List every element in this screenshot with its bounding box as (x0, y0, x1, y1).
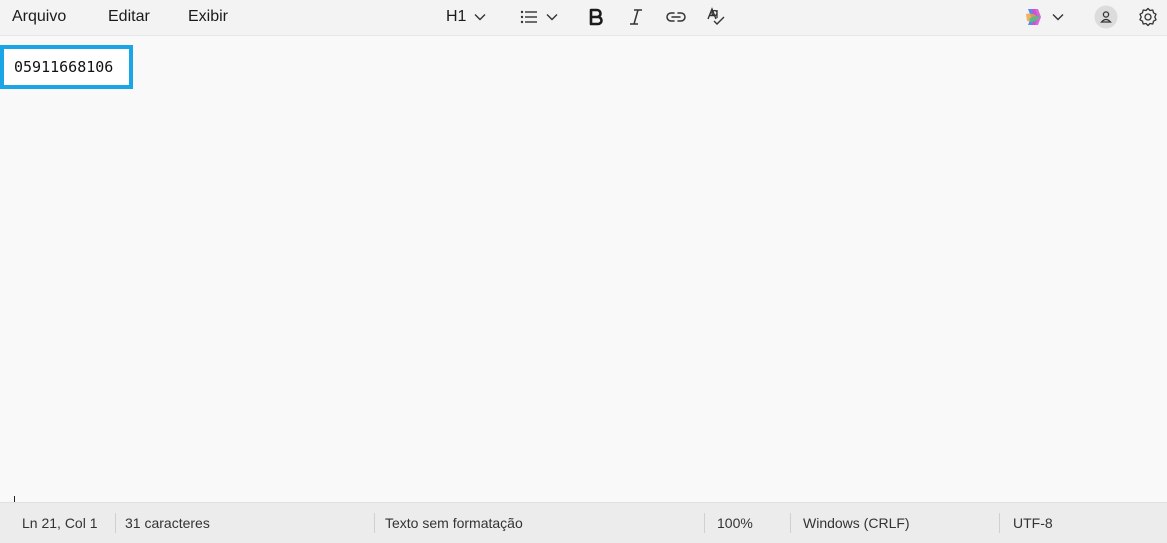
menu-edit[interactable]: Editar (108, 6, 150, 30)
status-bar: Ln 21, Col 1 31 caracteres Texto sem for… (0, 502, 1167, 543)
status-zoom[interactable]: 100% (717, 514, 753, 532)
status-format[interactable]: Texto sem formatação (385, 514, 523, 532)
settings-button[interactable] (1138, 4, 1158, 30)
status-divider (115, 513, 116, 533)
status-position: Ln 21, Col 1 (22, 515, 98, 531)
status-line-endings[interactable]: Windows (CRLF) (803, 514, 910, 532)
link-icon (666, 11, 686, 23)
menu-file[interactable]: Arquivo (12, 6, 66, 30)
copilot-icon (1022, 6, 1044, 28)
spellcheck-button[interactable] (706, 4, 726, 30)
menu-view[interactable]: Exibir (188, 6, 228, 30)
list-dropdown[interactable] (520, 4, 558, 30)
heading-dropdown[interactable]: H1 (446, 4, 486, 30)
chevron-down-icon (546, 13, 558, 21)
status-divider (790, 513, 791, 533)
italic-button[interactable] (628, 4, 644, 30)
chevron-down-icon (474, 13, 486, 21)
italic-icon (628, 8, 644, 26)
chevron-down-icon (1052, 13, 1064, 21)
heading-label: H1 (446, 8, 467, 25)
list-icon (520, 10, 538, 24)
bold-button[interactable] (589, 4, 603, 30)
spellcheck-icon (706, 7, 726, 27)
bold-icon (589, 8, 603, 26)
status-divider (999, 513, 1000, 533)
status-characters: 31 caracteres (125, 515, 210, 531)
gear-icon (1138, 7, 1158, 27)
toolbar: Arquivo Editar Exibir H1 (0, 0, 1167, 36)
document-text[interactable]: 05911668106 (14, 58, 113, 76)
status-divider (374, 513, 375, 533)
text-editor[interactable]: 05911668106 (0, 36, 1167, 504)
copilot-dropdown[interactable] (1022, 4, 1064, 30)
link-button[interactable] (666, 4, 686, 30)
notepad-window: Arquivo Editar Exibir H1 05911668106 Ln … (0, 0, 1167, 543)
account-icon (1094, 5, 1118, 29)
status-divider (704, 513, 705, 533)
account-button[interactable] (1094, 4, 1118, 30)
status-encoding[interactable]: UTF-8 (1013, 514, 1053, 532)
